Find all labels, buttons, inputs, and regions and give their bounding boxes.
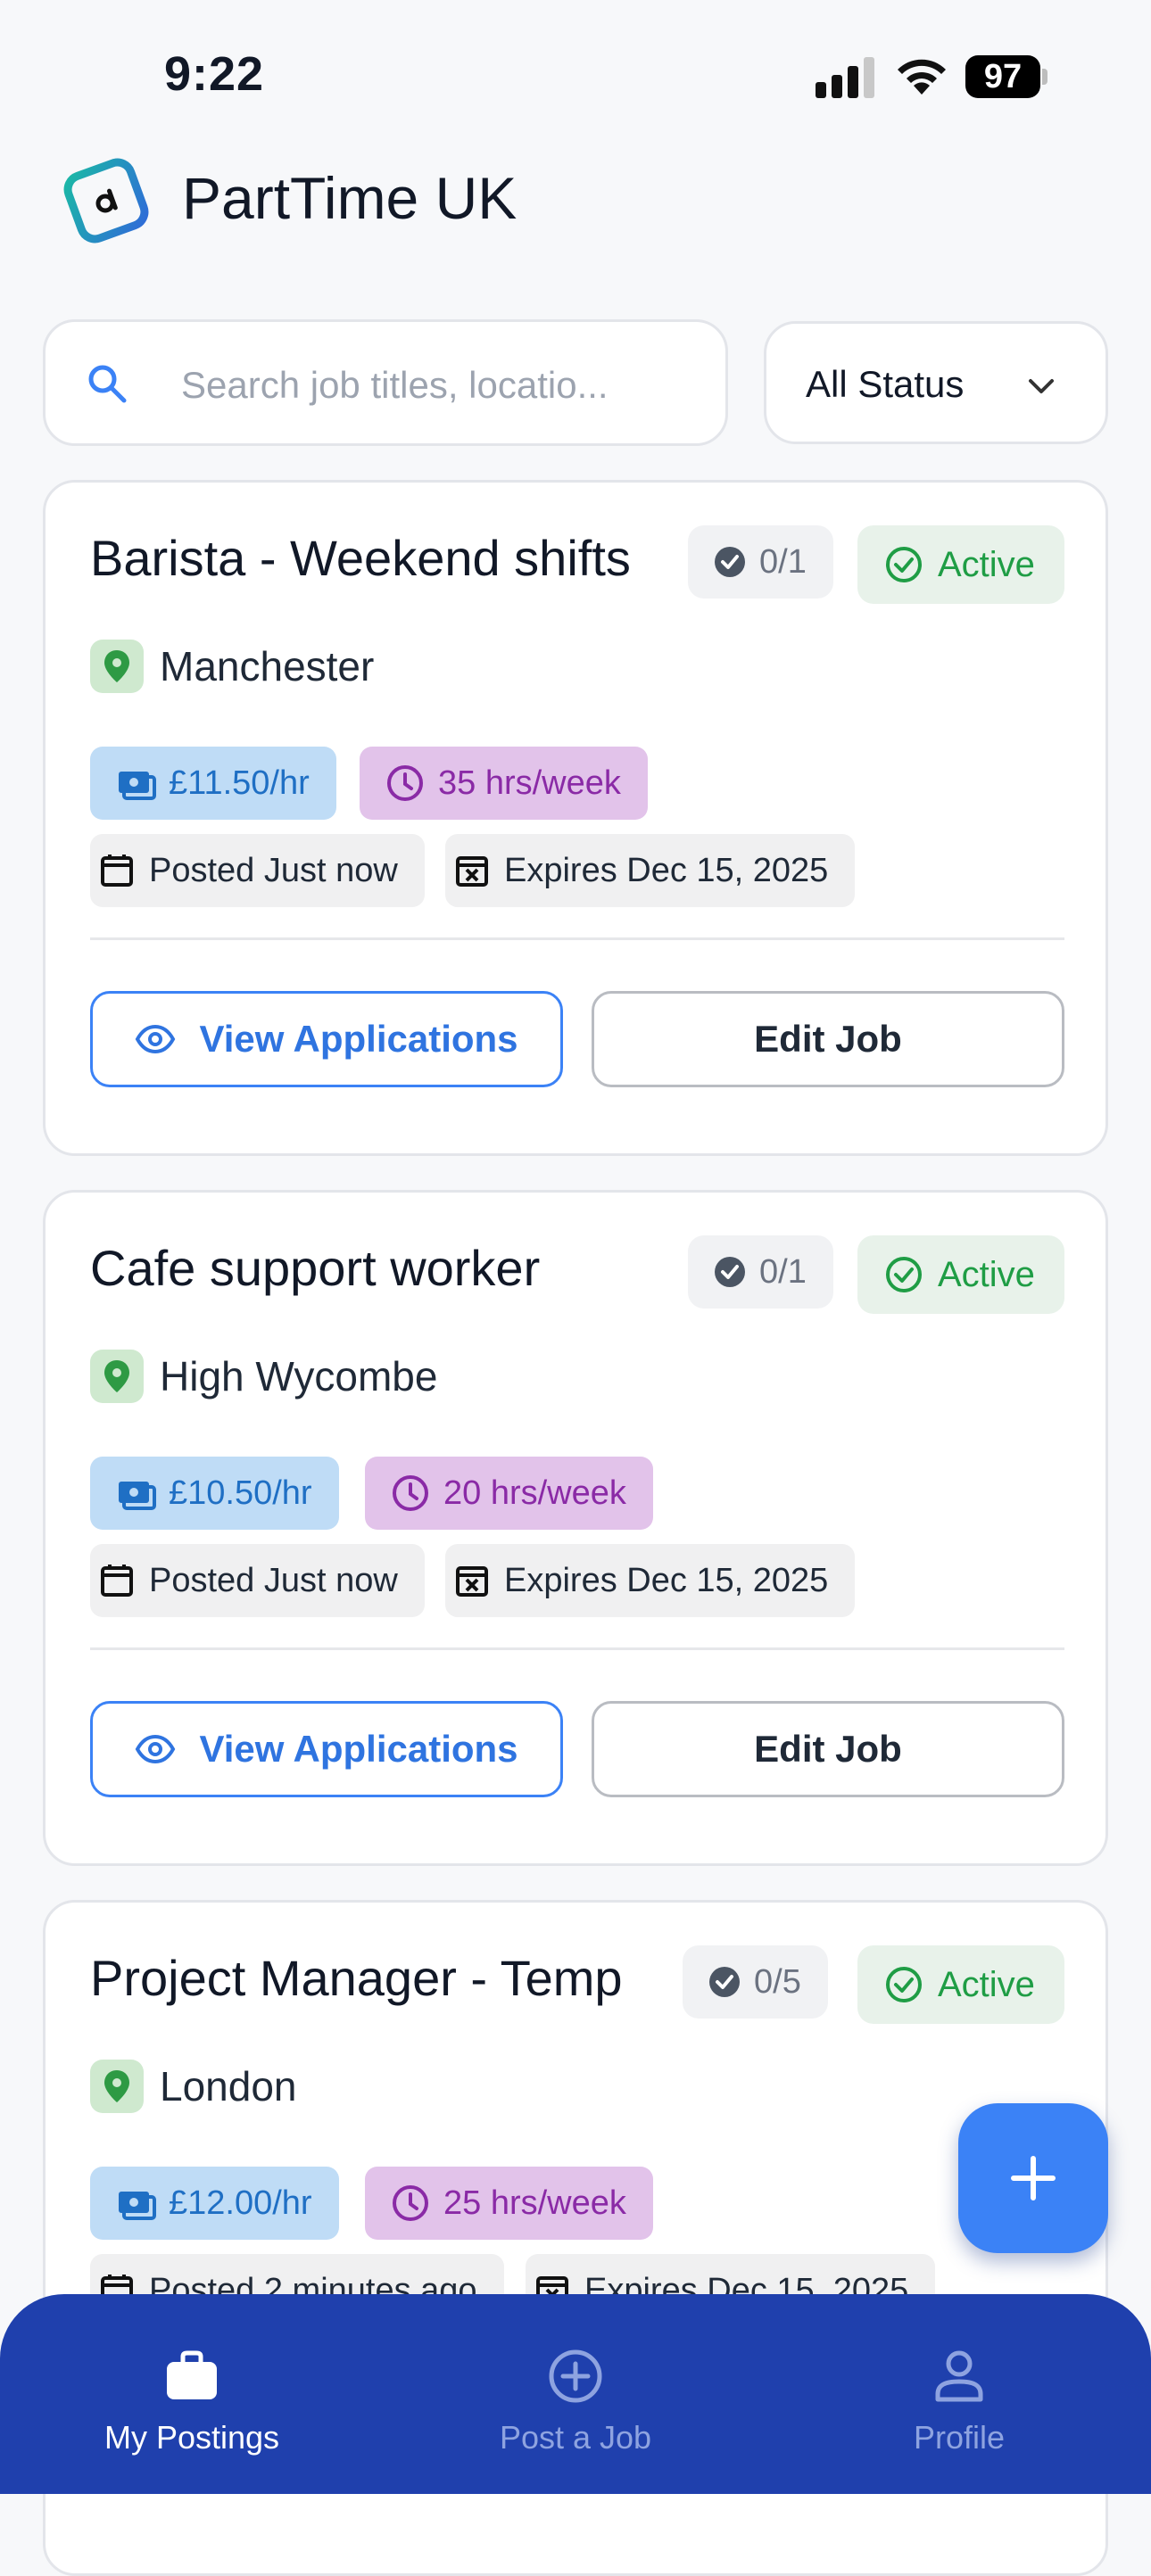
pay-rate: £12.00/hr: [169, 2184, 312, 2222]
money-icon: [119, 772, 156, 800]
nav-label: My Postings: [104, 2419, 280, 2456]
location-pin-icon: [90, 640, 144, 693]
calendar-icon: [101, 855, 133, 887]
check-circle-outline-icon: [886, 1257, 922, 1292]
app-logo-icon: [63, 158, 149, 244]
pay-rate: £10.50/hr: [169, 1474, 312, 1512]
eye-icon: [136, 1024, 176, 1054]
pay-rate-chip: £12.00/hr: [90, 2167, 339, 2240]
check-circle-outline-icon: [886, 1967, 922, 2002]
pay-rate: £11.50/hr: [169, 764, 310, 802]
applicant-count-badge: 0/1: [688, 1235, 833, 1309]
check-circle-outline-icon: [886, 547, 922, 582]
view-applications-label: View Applications: [199, 1018, 518, 1060]
chevron-down-icon: [1029, 379, 1054, 393]
edit-job-button[interactable]: Edit Job: [592, 1701, 1064, 1797]
bottom-navigation: My Postings Post a Job Profile: [0, 2294, 1151, 2494]
battery-level: 97: [965, 55, 1040, 98]
pay-rate-chip: £11.50/hr: [90, 747, 336, 820]
pay-rate-chip: £10.50/hr: [90, 1457, 339, 1530]
cellular-signal-icon: [816, 57, 874, 98]
edit-job-label: Edit Job: [754, 1728, 902, 1770]
status-text: Active: [938, 544, 1035, 584]
plus-icon: [1011, 2156, 1056, 2200]
posted-date-chip: Posted Just now: [90, 834, 425, 907]
posted-date: Posted Just now: [149, 1561, 398, 1599]
view-applications-button[interactable]: View Applications: [90, 1701, 563, 1797]
card-divider: [90, 1647, 1064, 1650]
job-location: High Wycombe: [90, 1350, 437, 1403]
nav-label: Profile: [913, 2419, 1006, 2456]
plus-circle-icon: [549, 2349, 602, 2403]
expiry-date: Expires Dec 15, 2025: [504, 1561, 829, 1599]
posted-date: Posted Just now: [149, 851, 398, 889]
posted-date-chip: Posted Just now: [90, 1544, 425, 1617]
location-pin-icon: [90, 2060, 144, 2113]
job-card: Cafe support worker 0/1 Active High Wyco…: [43, 1190, 1108, 1866]
applicant-count: 0/5: [754, 1962, 801, 2001]
clock-icon: [393, 2185, 428, 2221]
applicant-count: 0/1: [759, 542, 807, 581]
job-title: Barista - Weekend shifts: [90, 530, 631, 586]
job-card: Barista - Weekend shifts 0/1 Active Manc…: [43, 480, 1108, 1156]
app-title: PartTime UK: [182, 165, 518, 231]
expiry-date-chip: Expires Dec 15, 2025: [445, 834, 856, 907]
location-text: London: [160, 2063, 297, 2110]
view-applications-label: View Applications: [199, 1728, 518, 1770]
job-title: Cafe support worker: [90, 1240, 541, 1296]
nav-label: Post a Job: [499, 2419, 652, 2456]
edit-job-button[interactable]: Edit Job: [592, 991, 1064, 1087]
edit-job-label: Edit Job: [754, 1018, 902, 1060]
eye-icon: [136, 1734, 176, 1764]
expiry-date-chip: Expires Dec 15, 2025: [445, 1544, 856, 1617]
check-circle-filled-icon: [715, 547, 745, 577]
search-icon: [88, 365, 127, 403]
applicant-count: 0/1: [759, 1252, 807, 1291]
battery-indicator: 97: [965, 55, 1047, 98]
applicant-count-badge: 0/5: [683, 1945, 828, 2019]
nav-item-my-postings[interactable]: My Postings: [0, 2294, 384, 2494]
check-circle-filled-icon: [709, 1967, 740, 1997]
expiry-date: Expires Dec 15, 2025: [504, 851, 829, 889]
view-applications-button[interactable]: View Applications: [90, 991, 563, 1087]
money-icon: [119, 1482, 156, 1510]
calendar-x-icon: [456, 1566, 488, 1597]
hours-chip: 20 hrs/week: [365, 1457, 653, 1530]
location-pin-icon: [90, 1350, 144, 1403]
hours-chip: 35 hrs/week: [360, 747, 648, 820]
nav-item-profile[interactable]: Profile: [767, 2294, 1151, 2494]
location-text: Manchester: [160, 643, 375, 689]
clock-icon: [393, 1475, 428, 1511]
status-badge: Active: [857, 1235, 1064, 1314]
wifi-icon: [898, 59, 946, 95]
job-location: London: [90, 2060, 297, 2113]
hours-per-week: 25 hrs/week: [443, 2184, 626, 2222]
hours-chip: 25 hrs/week: [365, 2167, 653, 2240]
clock-icon: [387, 765, 423, 801]
status-text: Active: [938, 1964, 1035, 2004]
hours-per-week: 35 hrs/week: [438, 764, 621, 802]
add-job-fab[interactable]: [958, 2103, 1108, 2253]
applicant-count-badge: 0/1: [688, 525, 833, 599]
person-icon: [935, 2350, 983, 2402]
hours-per-week: 20 hrs/week: [443, 1474, 626, 1512]
status-badge: Active: [857, 1945, 1064, 2024]
nav-item-post-a-job[interactable]: Post a Job: [384, 2294, 767, 2494]
briefcase-icon: [167, 2350, 217, 2399]
status-text: Active: [938, 1254, 1035, 1294]
calendar-icon: [101, 1565, 133, 1597]
search-input[interactable]: [179, 356, 700, 415]
money-icon: [119, 2192, 156, 2220]
job-location: Manchester: [90, 640, 374, 693]
location-text: High Wycombe: [160, 1353, 438, 1399]
status-time: 9:22: [164, 47, 265, 101]
check-circle-filled-icon: [715, 1257, 745, 1287]
status-filter-dropdown[interactable]: All Status: [764, 321, 1108, 444]
card-divider: [90, 937, 1064, 940]
status-badge: Active: [857, 525, 1064, 604]
job-title: Project Manager - Temp: [90, 1950, 623, 2006]
search-bar[interactable]: [43, 319, 728, 446]
status-filter-label: All Status: [806, 363, 965, 405]
calendar-x-icon: [456, 856, 488, 887]
